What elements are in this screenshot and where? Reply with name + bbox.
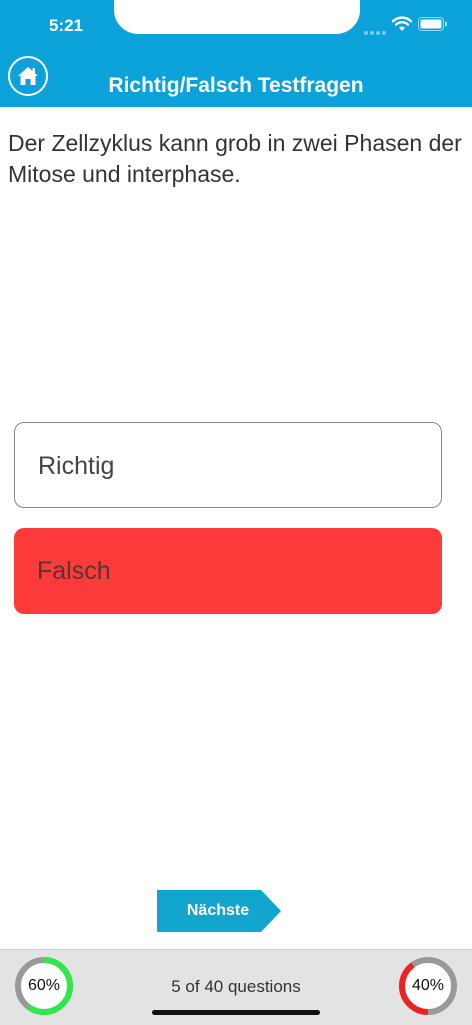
question-text: Der Zellzyklus kann grob in zwei Phasen … — [8, 130, 462, 187]
next-button-label: Nächste — [186, 902, 250, 919]
wifi-icon — [392, 16, 412, 31]
wrong-percentage-label: 40% — [411, 977, 445, 994]
home-indicator — [152, 1010, 320, 1015]
cellular-signal-icon — [364, 24, 388, 42]
answer-true-button[interactable]: Richtig — [14, 422, 442, 508]
wrong-percentage-gauge: 40% — [398, 956, 458, 1016]
status-time: 5:21 — [48, 16, 84, 35]
answer-false-button[interactable]: Falsch — [14, 528, 442, 614]
next-button[interactable]: Nächste — [157, 890, 281, 932]
device-notch — [114, 0, 360, 34]
battery-icon — [418, 17, 447, 31]
page-title: Richtig/Falsch Testfragen — [108, 74, 364, 97]
header-bar: 5:21 Richtig/Falsch Testfragen — [0, 0, 472, 107]
